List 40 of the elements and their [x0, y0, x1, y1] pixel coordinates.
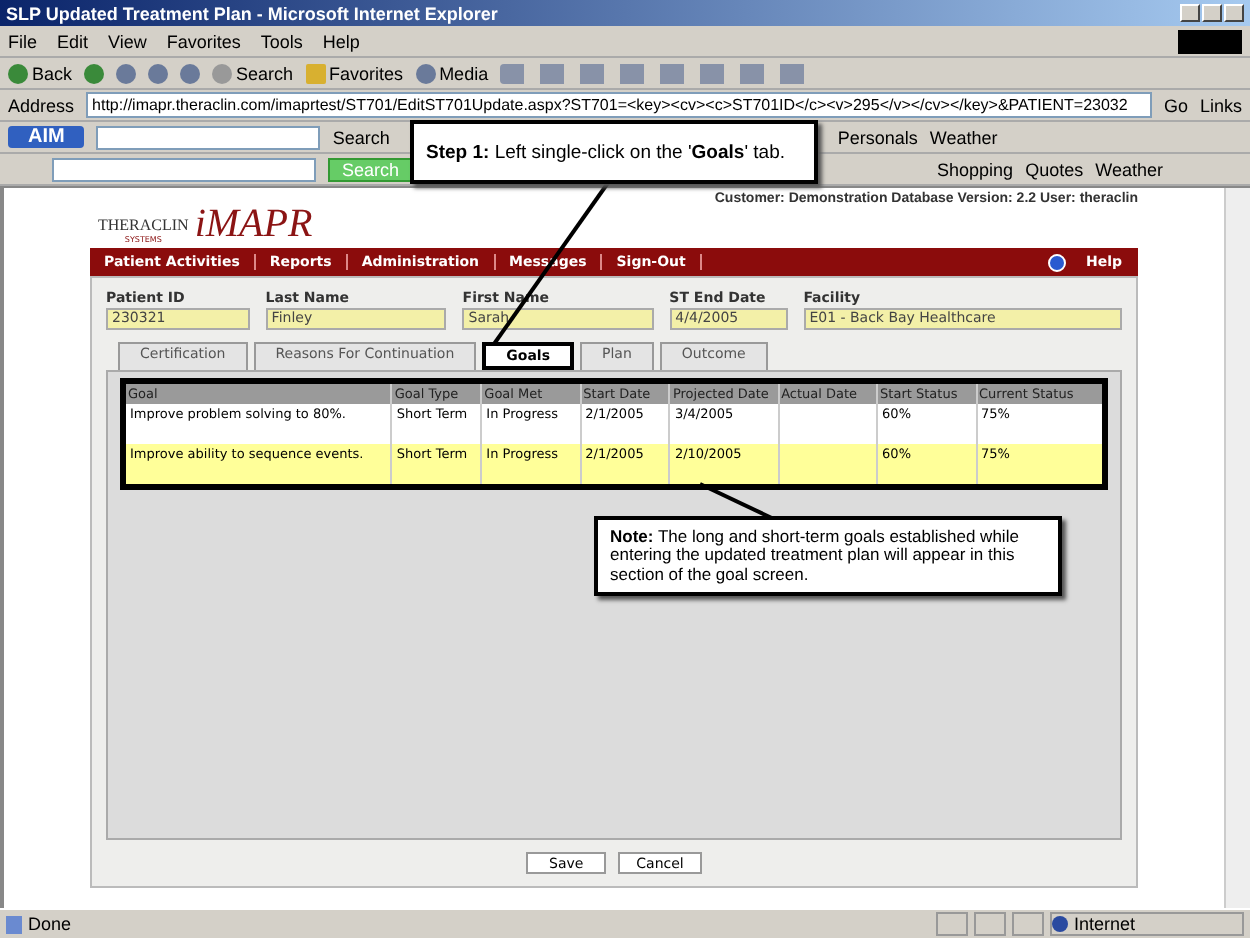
- scroll-bar[interactable]: [1224, 188, 1250, 908]
- toolbar-button[interactable]: Search: [212, 63, 294, 83]
- help-icon[interactable]: [1047, 253, 1066, 271]
- go-button[interactable]: Go: [1163, 95, 1188, 115]
- zone-text: Internet: [1074, 914, 1136, 934]
- menu-item[interactable]: Edit: [57, 31, 89, 51]
- brand-logo: THERACLIN: [98, 216, 189, 234]
- menu-item[interactable]: View: [108, 31, 147, 51]
- toolbar-button[interactable]: Weather: [1095, 159, 1163, 179]
- status-text: Done: [28, 914, 72, 934]
- toolbar-button[interactable]: Shopping: [937, 159, 1014, 179]
- search-button[interactable]: Search: [332, 127, 390, 147]
- callout-text: Step 1: Left single-click on the 'Goals' tab.: [426, 141, 785, 163]
- page-icon: [6, 915, 22, 933]
- toolbar-button[interactable]: Quotes: [1025, 159, 1084, 179]
- menu-item[interactable]: Tools: [260, 31, 303, 51]
- address-field[interactable]: http://imapr.theraclin.com/imaprtest/ST701/EditST701Update.aspx?ST701=<key><cv><c>ST701ID</c><v>295</v></cv></key>&PATIENT=23032: [86, 92, 1152, 118]
- minimize-button[interactable]: [1180, 4, 1200, 22]
- menu-item[interactable]: File: [8, 31, 38, 51]
- window-title: SLP Updated Treatment Plan - Microsoft Internet Explorer: [6, 3, 500, 23]
- search-field[interactable]: [52, 157, 316, 181]
- aim-button[interactable]: AIM: [8, 126, 85, 148]
- aim-search-field[interactable]: [96, 125, 321, 149]
- menu-item[interactable]: Favorites: [166, 31, 241, 51]
- status-pane: [1012, 912, 1044, 936]
- product-logo: iMAPR: [194, 202, 313, 248]
- toolbar-button[interactable]: Media: [415, 63, 489, 83]
- toolbar-button[interactable]: Favorites: [305, 63, 404, 83]
- address-label: Address: [8, 95, 75, 115]
- maximize-button[interactable]: [1202, 4, 1222, 22]
- close-button[interactable]: [1224, 4, 1244, 22]
- callout-text: Note: The long and short-term goals established while entering the updated treatment plan will appear in this section of the goal screen.: [610, 526, 1019, 584]
- status-pane: [936, 912, 968, 936]
- toolbar-button[interactable]: Back: [8, 63, 73, 83]
- links-button[interactable]: Links: [1199, 95, 1242, 115]
- status-pane: [974, 912, 1006, 936]
- toolbar-button[interactable]: Weather: [929, 127, 998, 147]
- toolbar-button[interactable]: Personals: [837, 127, 918, 147]
- menu-item[interactable]: Help: [322, 31, 360, 51]
- globe-icon: [1052, 916, 1068, 932]
